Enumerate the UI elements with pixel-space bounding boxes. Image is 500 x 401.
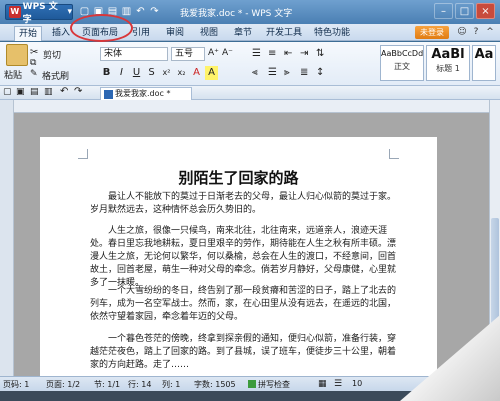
- copy-icon[interactable]: ⧉: [30, 58, 36, 68]
- paragraph-1: 最让人不能放下的莫过于日渐老去的父母，最让人归心似箭的莫过于家。岁月默然远去，这…: [90, 192, 397, 215]
- style-normal[interactable]: AaBbCcDd 正文: [380, 45, 424, 81]
- vertical-ruler: [0, 100, 14, 376]
- strikethrough-icon[interactable]: S: [145, 66, 158, 80]
- view-mode-icon[interactable]: ▦: [318, 379, 327, 389]
- wps-window: W WPS 文字 ▾ ▢ ▣ ▤ ▥ ↶ ↷ 我爱我家.doc * - WPS …: [0, 0, 500, 401]
- doc-tab-label: 我爱我家.doc *: [115, 89, 171, 98]
- print-small-icon[interactable]: ▥: [44, 87, 53, 97]
- paragraph-2: 人生之旅，很像一只候鸟，南来北往，北往南来，远道亲人，浪迹天涯处。春日里忘我地耕…: [90, 226, 397, 288]
- close-button[interactable]: ×: [476, 3, 495, 19]
- spell-check-icon: [248, 380, 256, 388]
- status-pages: 页面: 1/2: [46, 380, 81, 389]
- paragraph-3: 一个大雪纷纷的冬日，终告别了那一段贫瘠和苦涩的日子，踏上了北去的列车，成为一名空…: [90, 286, 397, 322]
- document-title: 别陌生了回家的路: [178, 169, 299, 187]
- style-heading-2-preview: Aa: [474, 47, 494, 62]
- align-right-icon[interactable]: ⫸: [284, 67, 290, 78]
- paragraph-4: 一个暮色苍茫的傍晚，终拿到探亲假的通知，便归心似箭，准备行装，穿越茫茫夜色，踏上…: [90, 334, 397, 370]
- wps-app-menu-button[interactable]: W WPS 文字 ▾: [5, 2, 73, 25]
- decrease-indent-icon[interactable]: ⇤: [284, 48, 292, 59]
- tab-document[interactable]: 我爱我家.doc *: [100, 87, 192, 100]
- spell-check-label: 拼写检查: [258, 380, 290, 389]
- cut-icon[interactable]: ✂: [30, 47, 38, 58]
- numbering-icon[interactable]: ≡: [268, 48, 276, 59]
- status-word-count: 字数: 1505: [194, 380, 236, 389]
- horizontal-ruler: [14, 100, 489, 113]
- status-page: 页码: 1: [3, 380, 30, 389]
- paste-icon[interactable]: [6, 44, 28, 66]
- highlight-color-icon[interactable]: A: [205, 66, 218, 80]
- status-line: 行: 14: [128, 380, 152, 389]
- spell-check-toggle[interactable]: 拼写检查: [248, 379, 290, 390]
- tab-developer[interactable]: 开发工具: [262, 26, 306, 41]
- format-painter-label[interactable]: 格式刷: [42, 69, 69, 82]
- format-painter-icon[interactable]: ✎: [30, 69, 38, 79]
- tab-home[interactable]: 开始: [14, 26, 43, 41]
- skin-icon[interactable]: ☺: [456, 26, 468, 38]
- superscript-icon[interactable]: x²: [160, 66, 173, 80]
- style-normal-preview: AaBbCcDd: [381, 49, 424, 58]
- maximize-button[interactable]: □: [455, 3, 474, 19]
- app-name: WPS 文字: [22, 2, 58, 25]
- save-small-icon[interactable]: ▤: [30, 87, 39, 97]
- print-icon[interactable]: ▥: [120, 5, 133, 18]
- login-button[interactable]: 未登录: [415, 26, 449, 39]
- font-name-select[interactable]: 宋体: [100, 47, 168, 61]
- paste-label[interactable]: 粘贴: [4, 68, 22, 81]
- minimize-button[interactable]: –: [434, 3, 453, 19]
- tab-special-features[interactable]: 特色功能: [310, 26, 354, 41]
- cut-label[interactable]: 剪切: [43, 48, 61, 61]
- style-heading-1[interactable]: AaBl 标题 1: [426, 45, 470, 81]
- font-color-icon[interactable]: A: [190, 66, 203, 80]
- undo-icon[interactable]: ↶: [134, 5, 147, 18]
- sort-icon[interactable]: ⇅: [316, 48, 324, 59]
- bold-icon[interactable]: B: [100, 66, 113, 80]
- tab-section[interactable]: 章节: [230, 26, 256, 41]
- redo-small-icon[interactable]: ↷: [74, 86, 82, 97]
- window-title: 我爱我家.doc * - WPS 文字: [180, 9, 293, 19]
- italic-icon[interactable]: I: [115, 66, 128, 80]
- margin-mark-top-right: [389, 149, 399, 159]
- chevron-down-icon: ▾: [67, 7, 72, 17]
- status-column: 列: 1: [162, 380, 181, 389]
- tab-review[interactable]: 审阅: [162, 26, 188, 41]
- style-heading-1-preview: AaBl: [431, 47, 465, 62]
- help-icon[interactable]: ?: [470, 26, 482, 38]
- shrink-font-icon[interactable]: A⁻: [222, 48, 233, 58]
- justify-icon[interactable]: ≣: [300, 67, 308, 78]
- ribbon: 粘贴 ✂ 剪切 ⧉ ✎ 格式刷 宋体 五号 A⁺ A⁻ B I U S x² x…: [0, 42, 500, 86]
- status-section: 节: 1/1: [94, 380, 121, 389]
- style-normal-name: 正文: [394, 62, 410, 71]
- subscript-icon[interactable]: x₂: [175, 66, 188, 80]
- margin-mark-top-left: [78, 149, 88, 159]
- increase-indent-icon[interactable]: ⇥: [300, 48, 308, 59]
- font-size-select[interactable]: 五号: [171, 47, 205, 61]
- line-spacing-icon[interactable]: ↕: [316, 67, 324, 78]
- collapse-ribbon-icon[interactable]: ^: [484, 26, 496, 38]
- outline-view-icon[interactable]: ☰: [334, 379, 342, 389]
- bullets-icon[interactable]: ☰: [252, 48, 261, 59]
- document-page[interactable]: 别陌生了回家的路 最让人不能放下的莫过于日渐老去的父母，最让人归心似箭的莫过于家…: [40, 137, 437, 382]
- grow-font-icon[interactable]: A⁺: [208, 48, 219, 58]
- underline-icon[interactable]: U: [130, 66, 143, 80]
- document-icon: [104, 90, 113, 99]
- undo-small-icon[interactable]: ↶: [60, 86, 68, 97]
- align-center-icon[interactable]: ☰: [268, 67, 277, 78]
- red-circle-annotation: [70, 14, 133, 42]
- redo-icon[interactable]: ↷: [148, 5, 161, 18]
- style-heading-2[interactable]: Aa: [472, 45, 496, 81]
- tab-view[interactable]: 视图: [196, 26, 222, 41]
- wps-logo-icon: W: [9, 6, 21, 18]
- style-heading-1-name: 标题 1: [436, 64, 460, 73]
- document-tab-bar: ▢ ▣ ▤ ▥ ↶ ↷ 我爱我家.doc *: [0, 86, 500, 100]
- new-tab-icon[interactable]: ▢: [3, 87, 12, 97]
- open-icon[interactable]: ▣: [16, 87, 25, 97]
- zoom-level: 10: [352, 379, 363, 388]
- align-left-icon[interactable]: ⫷: [252, 67, 258, 78]
